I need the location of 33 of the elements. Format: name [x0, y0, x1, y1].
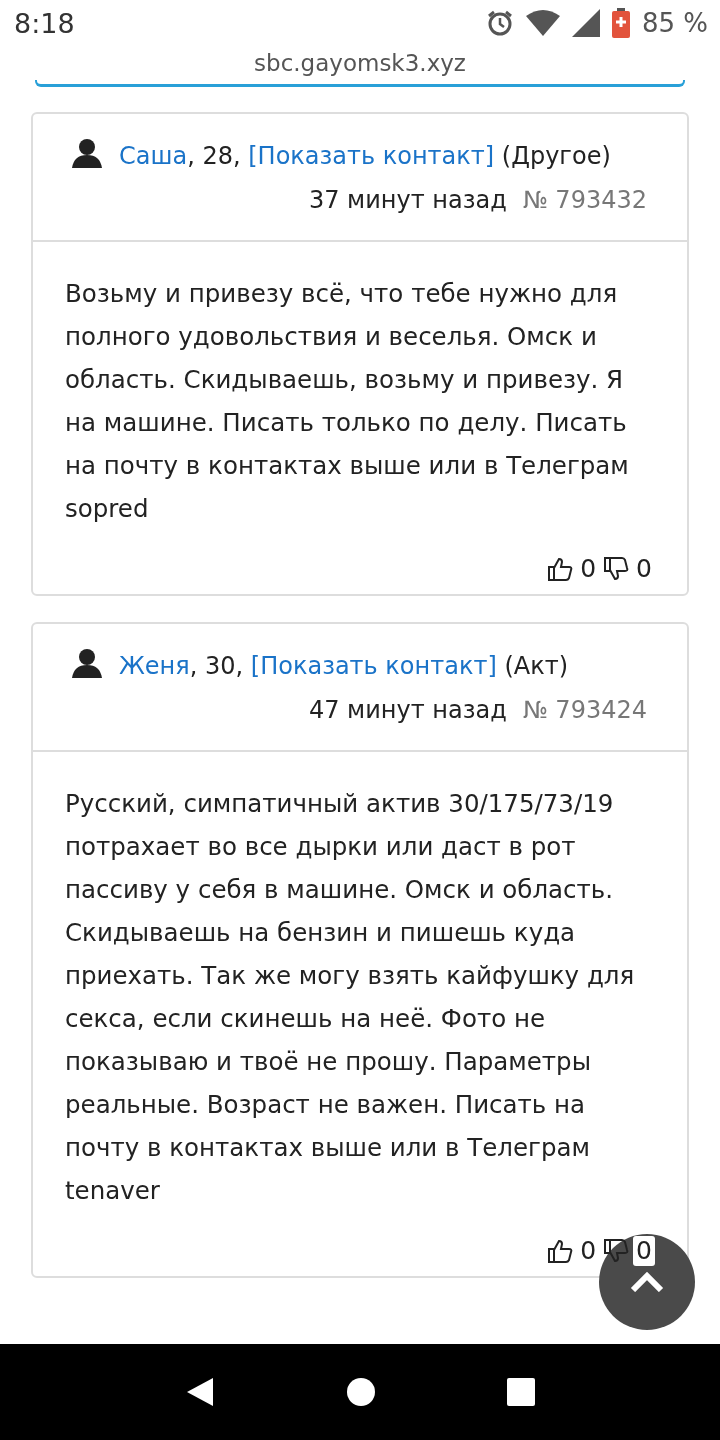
user-role: (Акт)	[504, 652, 568, 680]
url-text: sbc.gayomsk3.xyz	[254, 50, 466, 76]
home-icon[interactable]	[346, 1377, 376, 1407]
signal-icon	[571, 9, 600, 37]
battery-icon	[611, 8, 630, 38]
wifi-icon	[525, 10, 560, 36]
post-text: Русский, симпатичный актив 30/175/73/19 потрахает во все дырки или даст в рот пассиву у себя в машине. Омск и область. Скидываешь на бензин и пишешь куда приехать. Так же могу взять кайфушку для секса, если скинешь на неё. Фото не показываю и твоё не прошу. Параметры реальные. Возраст не важен. Писать на почту в контактах выше или в Телеграм tenaver	[65, 788, 636, 1207]
thumbs-down-icon[interactable]	[603, 556, 630, 582]
user-role: (Другое)	[501, 142, 611, 170]
user-name-link[interactable]: Саша	[119, 142, 188, 170]
thumbs-up-icon[interactable]	[547, 1238, 574, 1264]
user-icon	[71, 648, 103, 678]
user-name-link[interactable]: Женя	[119, 652, 190, 680]
user-icon	[71, 138, 103, 168]
address-bar[interactable]: sbc.gayomsk3.xyz	[0, 46, 720, 80]
show-contact-link[interactable]: [Показать контакт]	[248, 142, 495, 170]
back-icon[interactable]	[185, 1376, 216, 1408]
post-time: 47 минут назад	[308, 696, 507, 724]
post-number: № 793424	[522, 696, 647, 724]
show-contact-link[interactable]: [Показать контакт]	[250, 652, 497, 680]
battery-percent: 85 %	[641, 8, 708, 38]
post-text: Возьму и привезу всё, что тебе нужно для полного удовольствия и веселья. Омск и область. Скидываешь, возьму и привезу. Я на машине. Писать только по делу. Писать на почту в контактах выше или в Телеграм sopred	[65, 278, 630, 525]
user-age: , 28,	[187, 142, 241, 170]
user-age: , 30,	[189, 652, 244, 680]
alarm-icon	[485, 9, 514, 37]
chevron-up-icon	[630, 1272, 664, 1292]
clock: 8:18	[14, 7, 75, 39]
thumbs-down-icon[interactable]	[603, 1238, 630, 1264]
post-time: 37 минут назад	[308, 186, 507, 214]
dislikes-count: 0	[633, 1236, 655, 1266]
thumbs-up-icon[interactable]	[547, 556, 574, 582]
post-number: № 793432	[522, 186, 647, 214]
recents-icon[interactable]	[506, 1378, 535, 1406]
